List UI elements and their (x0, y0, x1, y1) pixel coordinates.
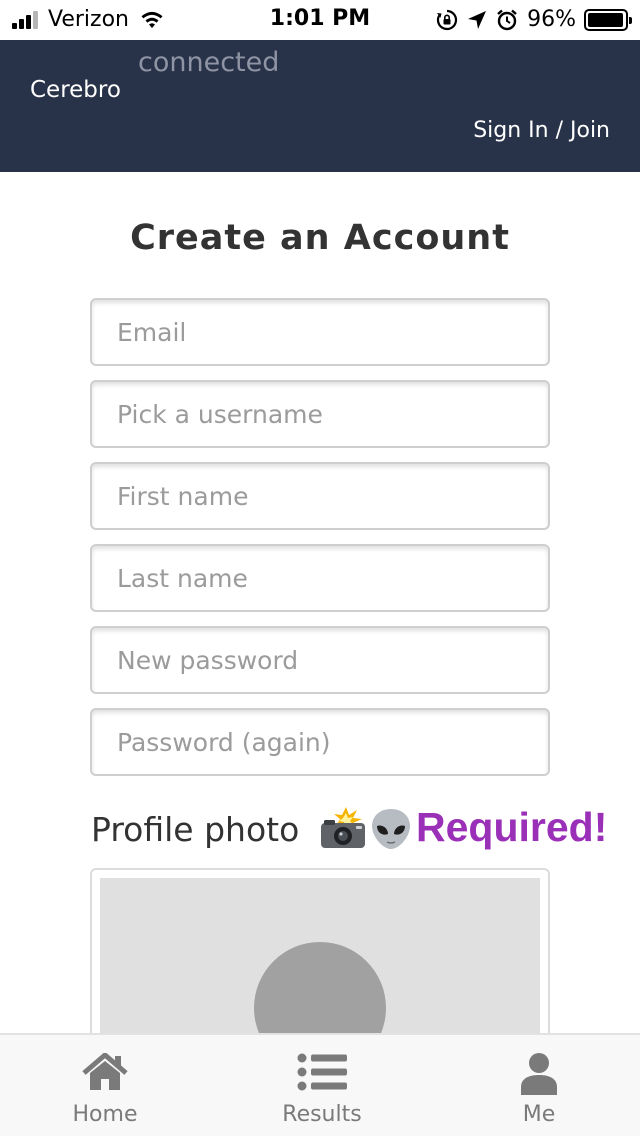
connection-status: connected (138, 47, 280, 78)
sign-in-join-link[interactable]: Sign In / Join (473, 118, 610, 143)
rotation-lock-icon (436, 9, 458, 30)
screen: Verizon 1:01 PM 96% Cerebro connected Si… (0, 0, 640, 1136)
battery-icon (584, 8, 632, 31)
email-field[interactable] (90, 298, 550, 366)
status-right: 96% (436, 7, 632, 32)
alien-icon (372, 809, 410, 849)
tab-home[interactable]: Home (25, 1035, 185, 1136)
status-bar: Verizon 1:01 PM 96% (0, 0, 640, 40)
user-icon (521, 1053, 557, 1095)
battery-fill (588, 12, 623, 27)
brand-name[interactable]: Cerebro (30, 77, 121, 103)
profile-photo-label: Profile photo (91, 810, 300, 849)
tab-results[interactable]: Results (242, 1035, 402, 1136)
page-title: Create an Account (130, 218, 510, 258)
create-account-form: Create an Account Profile photo Required… (0, 172, 640, 1034)
tab-label: Results (282, 1102, 362, 1127)
required-badge: Required! (416, 804, 608, 850)
new-password-field[interactable] (90, 626, 550, 694)
profile-photo-picker[interactable] (90, 868, 550, 1034)
battery-percent: 96% (527, 7, 576, 32)
tab-me[interactable]: Me (459, 1035, 619, 1136)
location-icon (468, 10, 487, 29)
last-name-field[interactable] (90, 544, 550, 612)
home-icon (82, 1053, 128, 1090)
tab-label: Me (522, 1102, 556, 1127)
tab-label: Home (72, 1102, 138, 1127)
avatar-placeholder (254, 942, 386, 1034)
first-name-field[interactable] (90, 462, 550, 530)
password-again-field[interactable] (90, 708, 550, 776)
username-field[interactable] (90, 380, 550, 448)
alarm-icon (497, 9, 517, 30)
camera-flash-icon (321, 807, 365, 848)
tab-bar: Home Results Me (0, 1033, 640, 1136)
photo-placeholder (100, 878, 540, 1034)
app-header: Cerebro connected Sign In / Join (0, 40, 640, 172)
list-icon (297, 1053, 347, 1091)
